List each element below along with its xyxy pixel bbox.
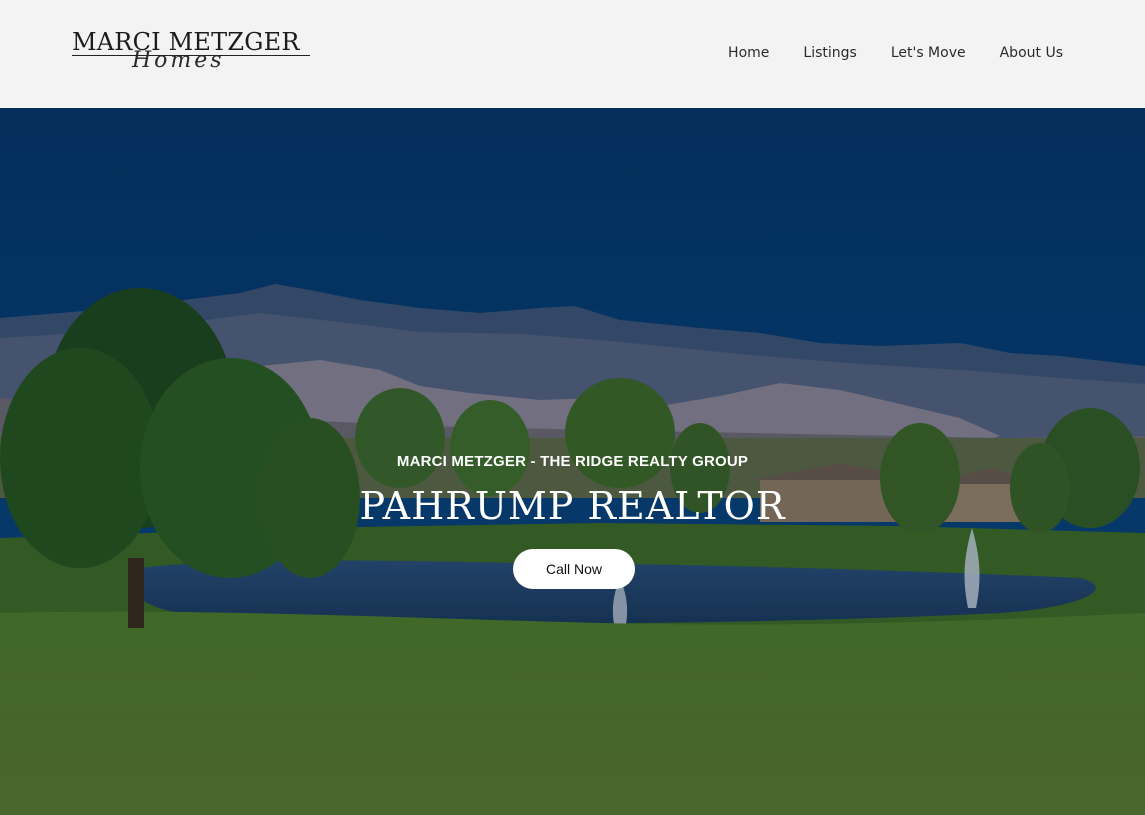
- call-now-button[interactable]: Call Now: [513, 549, 635, 589]
- logo[interactable]: MARCI METZGER Homes: [72, 28, 312, 80]
- hero-subtitle: MARCI METZGER - THE RIDGE REALTY GROUP: [396, 453, 749, 470]
- nav-home[interactable]: Home: [728, 45, 769, 61]
- hero-section: MARCI METZGER - THE RIDGE REALTY GROUP P…: [0, 108, 1145, 815]
- nav-listings[interactable]: Listings: [803, 45, 856, 61]
- logo-script-text: Homes: [132, 48, 225, 73]
- hero-title: PAHRUMP REALTOR: [359, 484, 786, 528]
- site-header: MARCI METZGER Homes Home Listings Let's …: [0, 0, 1145, 108]
- main-nav: Home Listings Let's Move About Us: [728, 45, 1063, 61]
- nav-about-us[interactable]: About Us: [1000, 45, 1063, 61]
- nav-lets-move[interactable]: Let's Move: [891, 45, 966, 61]
